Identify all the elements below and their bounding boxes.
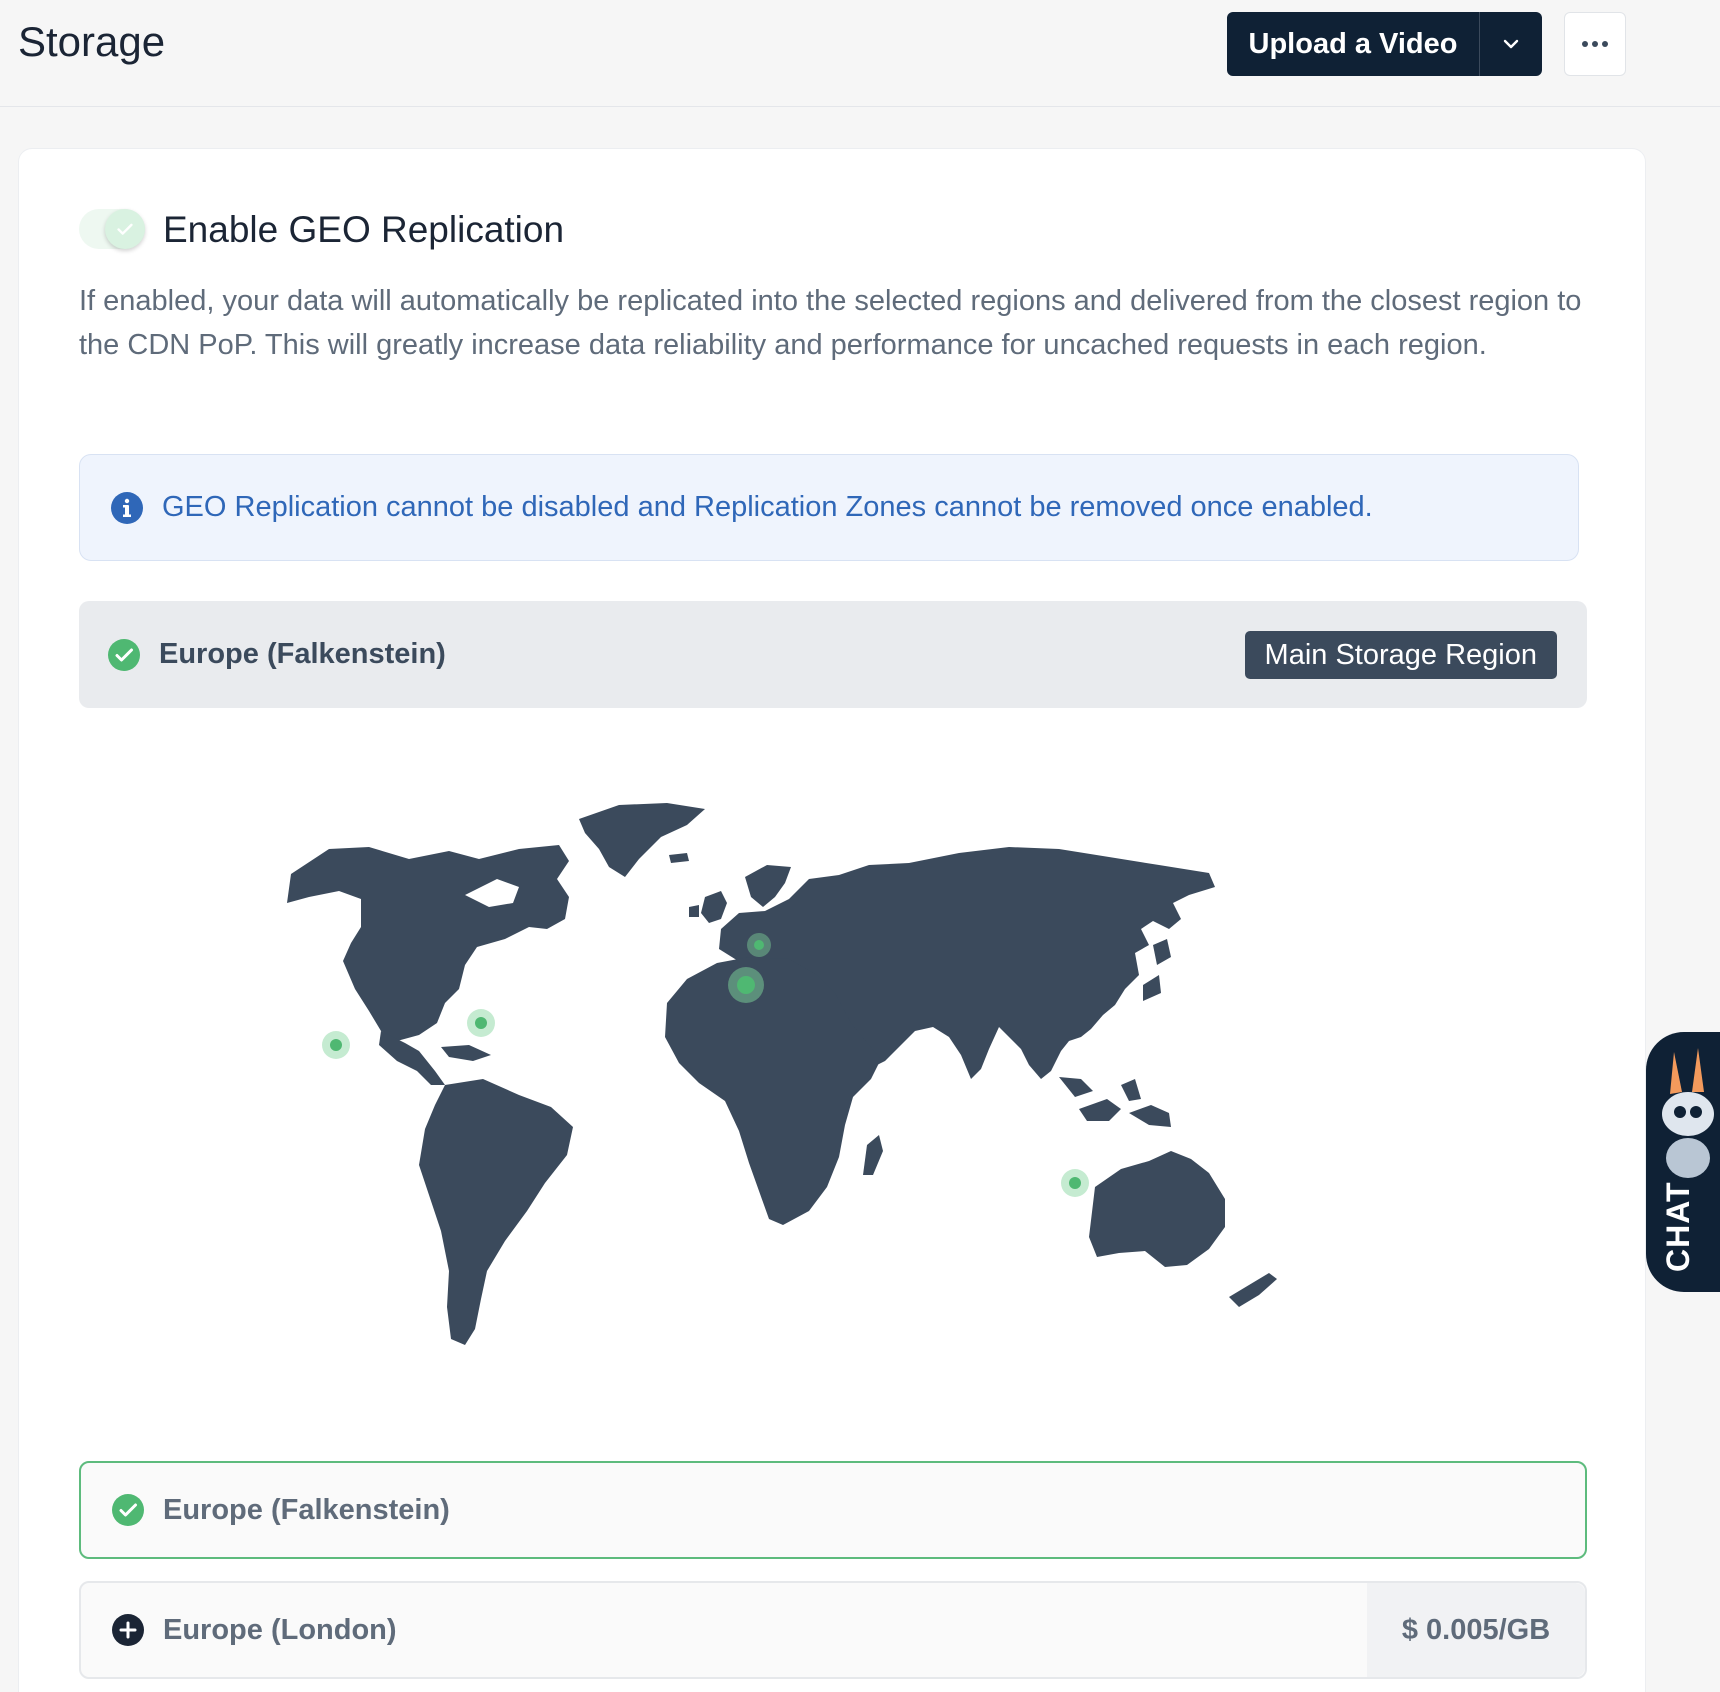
region-row-falkenstein[interactable]: Europe (Falkenstein): [79, 1461, 1587, 1559]
region-row-london[interactable]: Europe (London) $ 0.005/GB: [79, 1581, 1587, 1679]
upload-video-button[interactable]: Upload a Video: [1227, 12, 1480, 76]
more-horizontal-icon: [1582, 41, 1608, 47]
chat-label: CHAT: [1660, 1181, 1696, 1273]
upload-video-split-button: Upload a Video: [1227, 12, 1542, 76]
chat-widget-button[interactable]: CHAT: [1646, 1032, 1720, 1292]
bunny-mascot-icon: [1662, 1048, 1714, 1178]
main-storage-region-row: Europe (Falkenstein) Main Storage Region: [79, 601, 1587, 708]
main-storage-region-badge: Main Storage Region: [1244, 631, 1557, 679]
region-name: Europe (London): [163, 1613, 397, 1646]
info-alert: GEO Replication cannot be disabled and R…: [79, 454, 1579, 561]
check-icon: [117, 223, 133, 235]
check-circle-icon: [108, 638, 140, 671]
world-map: [287, 803, 1277, 1345]
geo-replication-title: Enable GEO Replication: [163, 209, 565, 250]
more-options-button[interactable]: [1564, 12, 1626, 76]
toggle-knob: [105, 209, 145, 249]
top-bar: Storage Upload a Video: [0, 0, 1720, 107]
page-title: Storage: [18, 18, 166, 65]
chevron-down-icon: [1503, 39, 1519, 49]
region-name: Europe (Falkenstein): [163, 1493, 450, 1526]
upload-options-dropdown[interactable]: [1480, 12, 1542, 76]
info-icon: [111, 491, 143, 524]
geo-replication-toggle[interactable]: [79, 209, 145, 249]
info-alert-text: GEO Replication cannot be disabled and R…: [162, 491, 1373, 523]
check-circle-icon: [112, 1494, 144, 1526]
geo-replication-card: Enable GEO Replication If enabled, your …: [18, 148, 1646, 1692]
region-price: $ 0.005/GB: [1367, 1583, 1585, 1677]
add-circle-icon: [112, 1614, 144, 1646]
main-region-name: Europe (Falkenstein): [159, 638, 446, 670]
geo-replication-description: If enabled, your data will automatically…: [79, 285, 1582, 361]
